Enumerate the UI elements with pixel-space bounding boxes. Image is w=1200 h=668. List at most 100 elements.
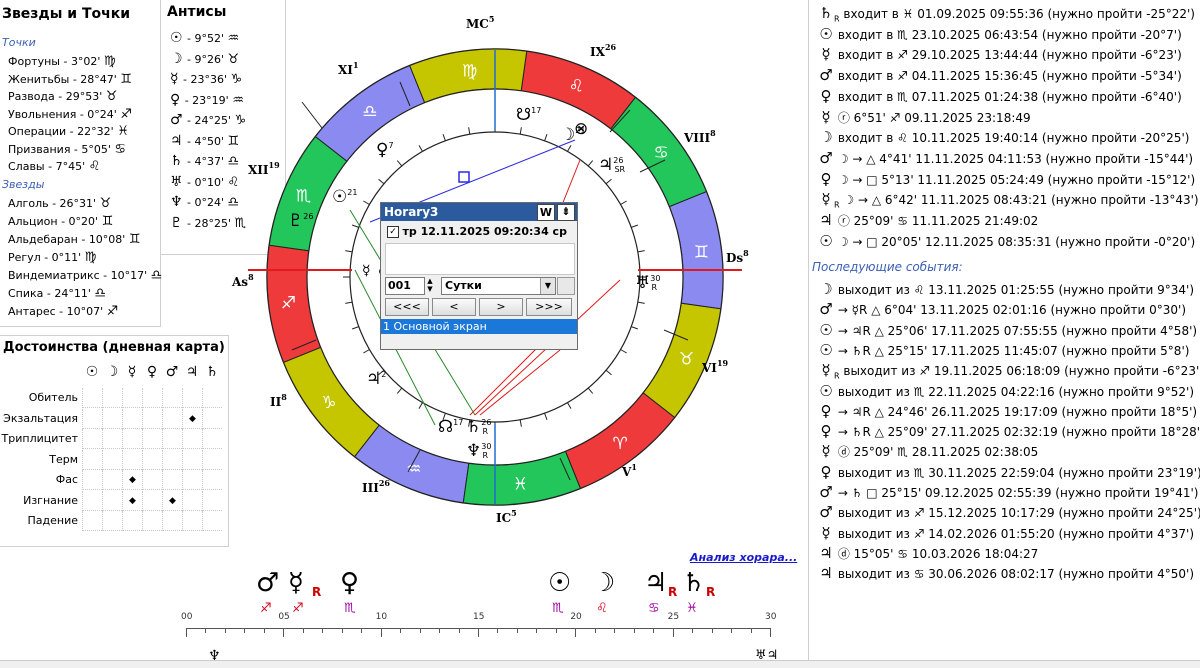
next-event-row[interactable]: ♃ ⓓ 15°05' ♋ 10.03.2026 18:04:27 bbox=[818, 544, 1038, 562]
antiscia-item: ♃ - 4°50' ♊ bbox=[170, 133, 239, 149]
event-row[interactable]: ☉ ☽ → □ 20°05' 12.11.2025 08:35:31 (нужн… bbox=[818, 232, 1195, 250]
dignity-cell bbox=[102, 511, 122, 531]
dignity-cell bbox=[102, 429, 122, 449]
next-event-row[interactable]: ♀ выходит из ♏ 30.11.2025 22:59:04 (нужн… bbox=[818, 463, 1200, 481]
horary-dialog[interactable]: Horary3 W ⇟ ✓ тр 12.11.2025 09:20:34 ср … bbox=[380, 202, 578, 350]
planet-icon: ♇ bbox=[170, 214, 188, 231]
event-row[interactable]: ☽ входит в ♌ 10.11.2025 19:40:14 (нужно … bbox=[818, 128, 1189, 146]
point-text: Женитьбы - 28°47' bbox=[8, 72, 121, 86]
house-label: VIII8 bbox=[683, 128, 716, 145]
screen-list-item[interactable]: 1 Основной экран bbox=[381, 319, 577, 334]
next-event-row[interactable]: ♂ → ☿R △ 6°04' 13.11.2025 02:01:16 (нужн… bbox=[818, 300, 1186, 318]
event-text: выходит из ♋ 30.06.2026 08:02:17 (нужно … bbox=[834, 567, 1195, 582]
event-text: выходит из ♐ 15.12.2025 10:17:29 (нужно … bbox=[834, 506, 1200, 521]
step-value-field[interactable]: 001 bbox=[385, 277, 425, 295]
next-event-row[interactable]: ☉ → ♄R △ 25°15' 17.11.2025 11:45:07 (нуж… bbox=[818, 341, 1189, 359]
event-row[interactable]: ♂ ☽ → △ 4°41' 11.11.2025 04:11:53 (нужно… bbox=[818, 149, 1193, 167]
dignity-cell bbox=[202, 511, 222, 531]
scale-tick bbox=[692, 628, 694, 633]
bottom-planet-icon: ☉ bbox=[548, 568, 572, 598]
step-spinner[interactable]: ▲ ▼ bbox=[424, 277, 436, 295]
house-degree: 5 bbox=[489, 14, 495, 24]
point-item: Увольнения - 0°24' ♐ bbox=[8, 107, 132, 122]
event-text: → ♃R △ 24°46' 26.11.2025 19:17:09 (нужно… bbox=[834, 404, 1198, 419]
next-event-row[interactable]: ☿ R выходит из ♐ 19.11.2025 06:18:09 (нуж… bbox=[818, 361, 1200, 380]
antiscia-degree: - 9°26' bbox=[187, 52, 228, 66]
event-text: входит в ♓ 01.09.2025 09:55:36 (нужно пр… bbox=[839, 7, 1195, 21]
next-event-row[interactable]: ☿ ⓓ 25°09' ♏ 28.11.2025 02:38:05 bbox=[818, 442, 1038, 460]
dignity-cell bbox=[142, 388, 162, 408]
next-event-row[interactable]: ☉ → ♃R △ 25°06' 17.11.2025 07:55:55 (нуж… bbox=[818, 321, 1197, 339]
dialog-titlebar[interactable]: Horary3 W ⇟ bbox=[381, 203, 577, 221]
dialog-w-button[interactable]: W bbox=[537, 204, 555, 221]
neptune-icon: ♆30 R bbox=[466, 441, 491, 461]
event-row[interactable]: ♀ входит в ♏ 07.11.2025 01:24:38 (нужно … bbox=[818, 87, 1182, 105]
points-section-label: Точки bbox=[2, 36, 36, 49]
event-row[interactable]: ☿ ⓡ 6°51' ♐ 09.11.2025 23:18:49 bbox=[818, 108, 1030, 126]
zodiac-sign-icon: ♊ bbox=[128, 232, 141, 247]
point-text: Славы - 7°45' bbox=[8, 160, 89, 173]
next-event-row[interactable]: ♀ → ♃R △ 24°46' 26.11.2025 19:17:09 (нуж… bbox=[818, 402, 1198, 420]
scale-tick bbox=[439, 628, 441, 633]
next-event-row[interactable]: ♂ → ♄ □ 25°15' 09.12.2025 02:55:39 (нужн… bbox=[818, 483, 1198, 501]
next-event-row[interactable]: ♂ выходит из ♐ 15.12.2025 10:17:29 (нужн… bbox=[818, 503, 1200, 521]
planet-icon: ☉ bbox=[170, 30, 188, 46]
unit-extra-button[interactable] bbox=[557, 277, 575, 295]
nav-forward-button[interactable]: > bbox=[479, 298, 523, 316]
dialog-pin-icon[interactable]: ⇟ bbox=[557, 204, 575, 221]
dignity-cell bbox=[142, 408, 162, 429]
house-label: III26 bbox=[362, 478, 390, 495]
dignity-cell bbox=[82, 388, 102, 408]
dignity-cell bbox=[182, 490, 202, 511]
next-event-row[interactable]: ♃ выходит из ♋ 30.06.2026 08:02:17 (нужн… bbox=[818, 564, 1194, 582]
event-row[interactable]: ☿ входит в ♐ 29.10.2025 13:44:44 (нужно … bbox=[818, 45, 1181, 63]
dignity-row-label: Триплицитет bbox=[1, 432, 78, 445]
horary-analysis-link[interactable]: Анализ хорара... bbox=[690, 551, 797, 564]
house-label: IC5 bbox=[496, 508, 517, 525]
saturn-icon: ♄26 R bbox=[466, 417, 491, 437]
dialog-datetime-row[interactable]: ✓ тр 12.11.2025 09:20:34 ср bbox=[387, 225, 573, 241]
antiscia-degree: - 24°25' bbox=[187, 114, 235, 127]
next-event-row[interactable]: ☉ выходит из ♏ 22.11.2025 04:22:16 (нужн… bbox=[818, 382, 1194, 400]
scale-number: 30 bbox=[765, 612, 777, 622]
antiscia-item: ♆ - 0°24' ♎ bbox=[170, 194, 239, 210]
planet-icon: ♃ bbox=[170, 132, 188, 149]
event-row[interactable]: ♂ входит в ♐ 04.11.2025 15:36:45 (нужно … bbox=[818, 66, 1182, 84]
chevron-down-icon[interactable]: ▼ bbox=[540, 278, 555, 294]
point-item: Призвания - 5°05' ♋ bbox=[8, 142, 126, 157]
nav-forward-fast-button[interactable]: >>> bbox=[526, 298, 572, 316]
next-event-row[interactable]: ☿ выходит из ♐ 14.02.2026 01:55:20 (нужн… bbox=[818, 524, 1194, 542]
star-item: Виндемиатрикс - 10°17' ♎ bbox=[8, 268, 162, 283]
scale-tick bbox=[750, 628, 752, 633]
nav-back-fast-button[interactable]: <<< bbox=[385, 298, 429, 316]
event-text: ⓡ 25°09' ♋ 11.11.2025 21:49:02 bbox=[834, 214, 1039, 228]
zodiac-sign-icon: ♍ bbox=[462, 62, 477, 82]
dignity-cell bbox=[142, 429, 162, 449]
datetime-checkbox[interactable]: ✓ bbox=[387, 226, 399, 238]
bottom-planet-icon: ♀ bbox=[340, 568, 360, 598]
star-item: Спика - 24°11' ♎ bbox=[8, 286, 106, 301]
planet-icon: ☉ bbox=[819, 340, 833, 359]
event-row[interactable]: ♄R входит в ♓ 01.09.2025 09:55:36 (нужно… bbox=[818, 4, 1195, 23]
unit-select[interactable]: Сутки ▼ bbox=[441, 277, 556, 295]
point-item: Развода - 29°53' ♉ bbox=[8, 89, 117, 104]
dignity-row-label: Обитель bbox=[28, 391, 78, 404]
dignity-cell bbox=[142, 511, 162, 531]
point-text: Операции - 22°32' bbox=[8, 125, 118, 138]
scale-tick bbox=[555, 628, 557, 633]
planet-degree: 17 bbox=[531, 106, 541, 115]
event-row[interactable]: ♀ ☽ → □ 5°13' 11.11.2025 05:24:49 (нужно… bbox=[818, 170, 1196, 188]
event-row[interactable]: ♃ ⓡ 25°09' ♋ 11.11.2025 21:49:02 bbox=[818, 211, 1038, 229]
star-text: Регул - 0°11' bbox=[8, 251, 85, 264]
event-text: входит в ♏ 07.11.2025 01:24:38 (нужно пр… bbox=[834, 89, 1182, 104]
house-label: II8 bbox=[270, 392, 287, 409]
planet-retro: R bbox=[482, 451, 488, 460]
event-row[interactable]: ☉ входит в ♏ 23.10.2025 06:43:54 (нужно … bbox=[818, 25, 1182, 43]
next-event-row[interactable]: ☽ выходит из ♌ 13.11.2025 01:25:55 (нужн… bbox=[818, 280, 1194, 298]
dignity-cell bbox=[142, 449, 162, 470]
event-row[interactable]: ☿ R ☽ → △ 6°42' 11.11.2025 08:43:21 (нужн… bbox=[818, 190, 1198, 209]
nav-back-button[interactable]: < bbox=[432, 298, 476, 316]
house-degree: 19 bbox=[717, 358, 729, 368]
dignity-cell: ◆ bbox=[122, 490, 142, 511]
next-event-row[interactable]: ♀ → ♄R △ 25°09' 27.11.2025 02:32:19 (нуж… bbox=[818, 422, 1200, 440]
